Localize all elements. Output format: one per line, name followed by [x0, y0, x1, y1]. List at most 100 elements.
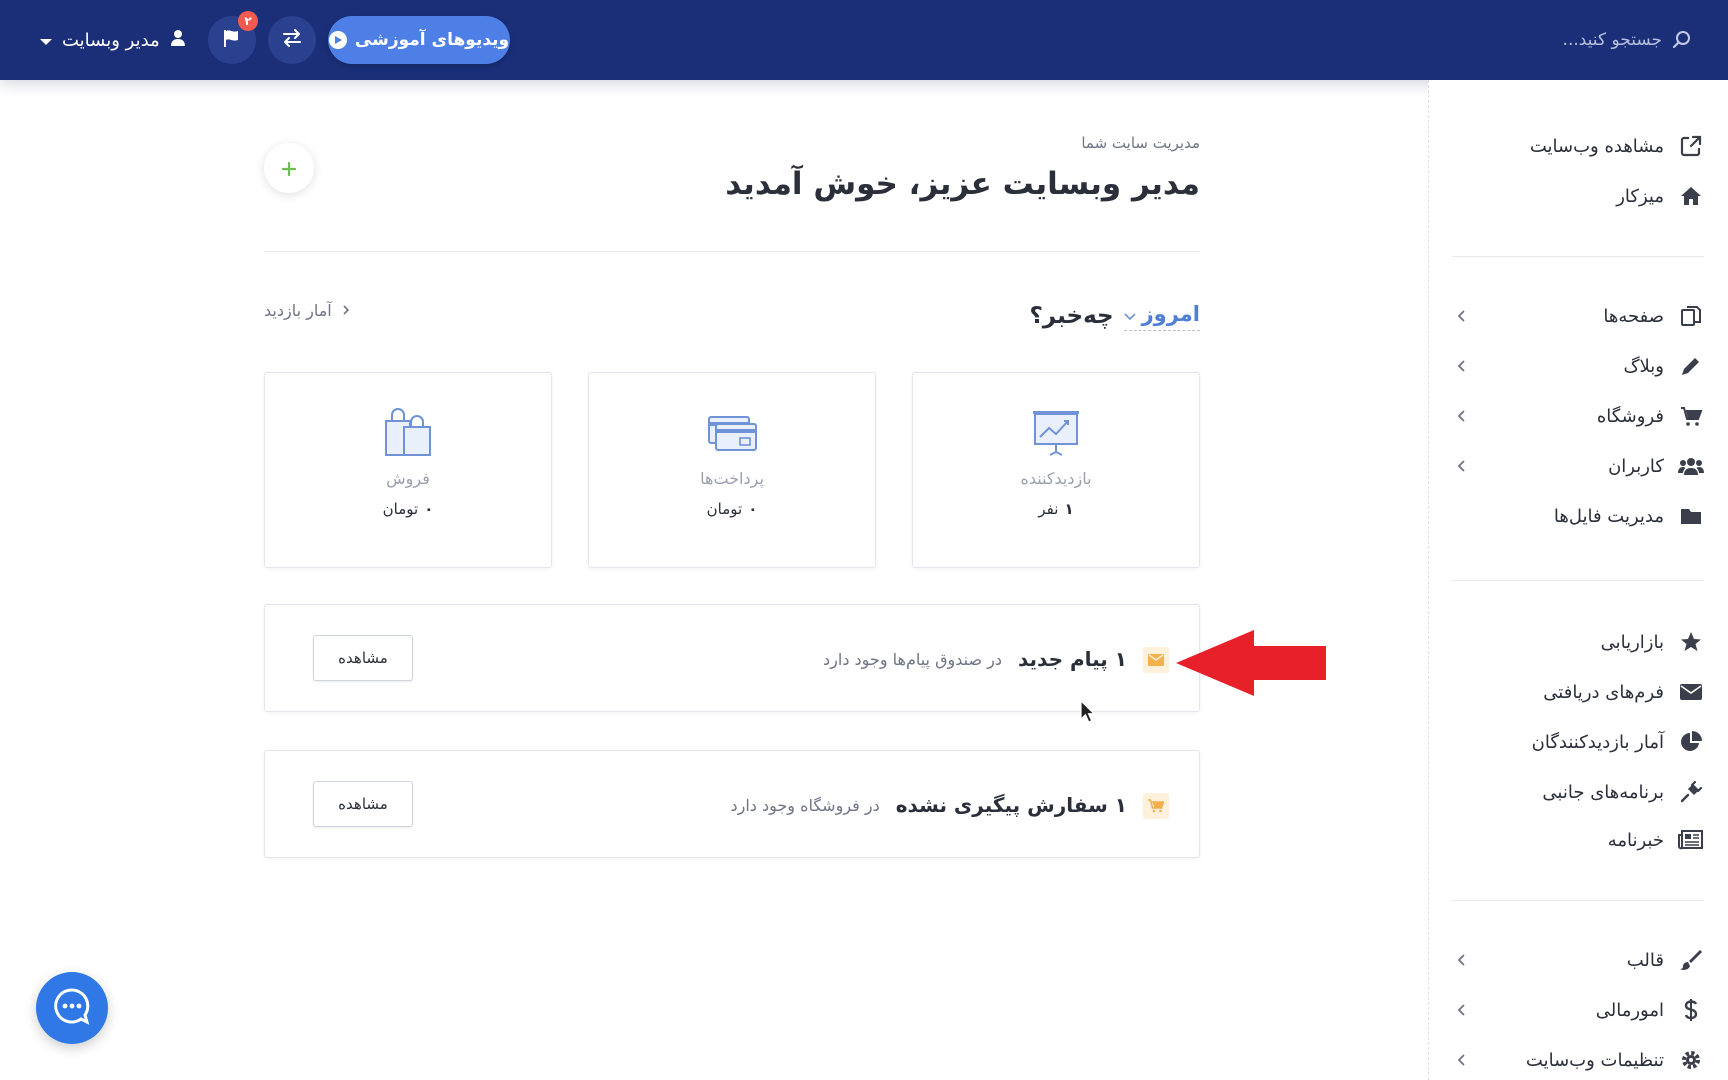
header-divider — [264, 251, 1200, 252]
visit-stats-link[interactable]: آمار بازدید — [264, 298, 350, 322]
notice-description: در صندوق پیام‌ها وجود دارد — [823, 649, 1002, 669]
sidebar-item-label: میزکار — [1616, 185, 1664, 207]
sidebar-item-theme[interactable]: قالب — [1452, 940, 1704, 980]
chevron-left-icon — [1452, 950, 1472, 970]
newspaper-icon — [1678, 827, 1704, 853]
sidebar-item-marketing[interactable]: بازاریابی — [1452, 622, 1704, 662]
tutorial-videos-button[interactable]: ویدیوهای آموزشی — [328, 16, 510, 64]
sidebar-item-label: تنظیمات وب‌سایت — [1525, 1049, 1664, 1071]
sidebar-item-label: مدیریت فایل‌ها — [1553, 505, 1664, 527]
page-title: مدیر وبسایت عزیز، خوش آمدید — [725, 166, 1200, 202]
sidebar-item-file-manager[interactable]: مدیریت فایل‌ها — [1452, 496, 1704, 536]
notice-text: ۱ پیام جدید در صندوق پیام‌ها وجود دارد — [823, 643, 1127, 675]
switch-button[interactable] — [268, 16, 316, 64]
users-icon — [1678, 453, 1704, 479]
chevron-left-icon — [1452, 406, 1472, 426]
view-messages-button[interactable]: مشاهده — [313, 635, 413, 681]
red-arrow-annotation — [1176, 630, 1326, 696]
credit-cards-icon — [706, 407, 758, 459]
mouse-cursor-icon — [1080, 700, 1096, 723]
play-icon — [328, 31, 347, 49]
search-box[interactable] — [1502, 22, 1692, 58]
sidebar-item-label: مشاهده وب‌سایت — [1529, 135, 1664, 157]
plug-icon — [1678, 779, 1704, 805]
visitors-unit: نفر — [1038, 500, 1059, 518]
gear-icon — [1678, 1047, 1704, 1073]
notification-count-badge: ۲ — [238, 11, 258, 31]
view-orders-button[interactable]: مشاهده — [313, 781, 413, 827]
pending-order-notice: ۱ سفارش پیگیری نشده در فروشگاه وجود دارد… — [264, 750, 1200, 858]
sidebar-item-website-settings[interactable]: تنظیمات وب‌سایت — [1452, 1040, 1704, 1080]
chat-bubble-icon — [52, 986, 92, 1030]
sidebar-item-dashboard[interactable]: میزکار — [1452, 176, 1704, 216]
notice-title: ۱ پیام جدید — [1017, 647, 1127, 671]
whats-new-title: چه‌خبر؟ — [1029, 303, 1114, 329]
notice-description: در فروشگاه وجود دارد — [730, 795, 880, 815]
notifications-button[interactable]: ۲ — [208, 11, 258, 64]
payments-value: ۰ تومان — [707, 500, 758, 518]
sidebar-item-finance[interactable]: امورمالی — [1452, 990, 1704, 1030]
sidebar-item-label: قالب — [1626, 949, 1664, 971]
top-bar: ویدیوهای آموزشی ۲ مدیر وبسایت — [0, 0, 1728, 80]
visitors-card: بازدیدکننده ۱ نفر — [912, 372, 1200, 568]
visit-stats-label: آمار بازدید — [264, 300, 332, 320]
whats-new-header: امروز چه‌خبر؟ — [1029, 296, 1200, 336]
chevron-left-icon — [1452, 1050, 1472, 1070]
sidebar: مشاهده وب‌سایت میزکار صفحه‌ها وبلاگ فروش… — [1428, 80, 1728, 1080]
cart-icon — [1143, 793, 1169, 819]
notice-text: ۱ سفارش پیگیری نشده در فروشگاه وجود دارد — [730, 789, 1127, 821]
sidebar-divider — [1452, 256, 1704, 257]
envelope-icon — [1678, 679, 1704, 705]
envelope-icon — [1143, 647, 1169, 673]
sidebar-item-label: کاربران — [1608, 455, 1664, 477]
pencil-icon — [1678, 353, 1704, 379]
visitors-count: ۱ — [1064, 500, 1074, 518]
chevron-right-icon — [342, 301, 350, 320]
sidebar-item-visitor-stats[interactable]: آمار بازدیدکنندگان — [1452, 722, 1704, 762]
sidebar-item-pages[interactable]: صفحه‌ها — [1452, 296, 1704, 336]
sidebar-item-users[interactable]: کاربران — [1452, 446, 1704, 486]
sales-value: ۰ تومان — [383, 500, 434, 518]
payments-amount: ۰ — [748, 500, 758, 518]
visitors-label: بازدیدکننده — [1020, 469, 1092, 488]
visitors-value: ۱ نفر — [1038, 500, 1073, 518]
notice-title: ۱ سفارش پیگیری نشده — [895, 793, 1127, 817]
brush-icon — [1678, 947, 1704, 973]
sidebar-item-label: خبرنامه — [1607, 829, 1664, 851]
sidebar-item-shop[interactable]: فروشگاه — [1452, 396, 1704, 436]
user-menu[interactable]: مدیر وبسایت — [40, 24, 186, 56]
home-icon — [1678, 183, 1704, 209]
user-name: مدیر وبسایت — [62, 29, 160, 51]
chat-support-button[interactable] — [36, 972, 108, 1044]
chevron-left-icon — [1452, 306, 1472, 326]
flag-icon — [222, 28, 242, 52]
sidebar-item-newsletter[interactable]: خبرنامه — [1452, 820, 1704, 860]
period-selector[interactable]: امروز — [1123, 301, 1200, 331]
pie-chart-icon — [1678, 729, 1704, 755]
chevron-down-icon — [1124, 302, 1136, 326]
search-input[interactable] — [1512, 30, 1662, 50]
sidebar-item-blog[interactable]: وبلاگ — [1452, 346, 1704, 386]
sidebar-item-label: فروشگاه — [1596, 405, 1664, 427]
user-icon — [170, 29, 186, 52]
chevron-left-icon — [1452, 1000, 1472, 1020]
sidebar-item-view-website[interactable]: مشاهده وب‌سایت — [1452, 126, 1704, 166]
caret-down-icon — [40, 30, 52, 51]
chevron-left-icon — [1452, 456, 1472, 476]
payments-card: پرداخت‌ها ۰ تومان — [588, 372, 876, 568]
tutorial-videos-label: ویدیوهای آموزشی — [354, 30, 510, 50]
add-button[interactable] — [264, 143, 314, 193]
sidebar-item-received-forms[interactable]: فرم‌های دریافتی — [1452, 672, 1704, 712]
cart-icon — [1678, 403, 1704, 429]
swap-arrows-icon — [281, 28, 303, 52]
sidebar-item-addons[interactable]: برنامه‌های جانبی — [1452, 772, 1704, 812]
plus-icon — [281, 153, 297, 184]
sidebar-item-label: وبلاگ — [1623, 355, 1664, 377]
period-label: امروز — [1141, 301, 1200, 326]
shopping-bags-icon — [382, 407, 434, 459]
dollar-icon — [1678, 997, 1704, 1023]
pages-icon — [1678, 303, 1704, 329]
folder-icon — [1678, 503, 1704, 529]
sidebar-item-label: برنامه‌های جانبی — [1542, 781, 1664, 803]
chevron-left-icon — [1452, 356, 1472, 376]
